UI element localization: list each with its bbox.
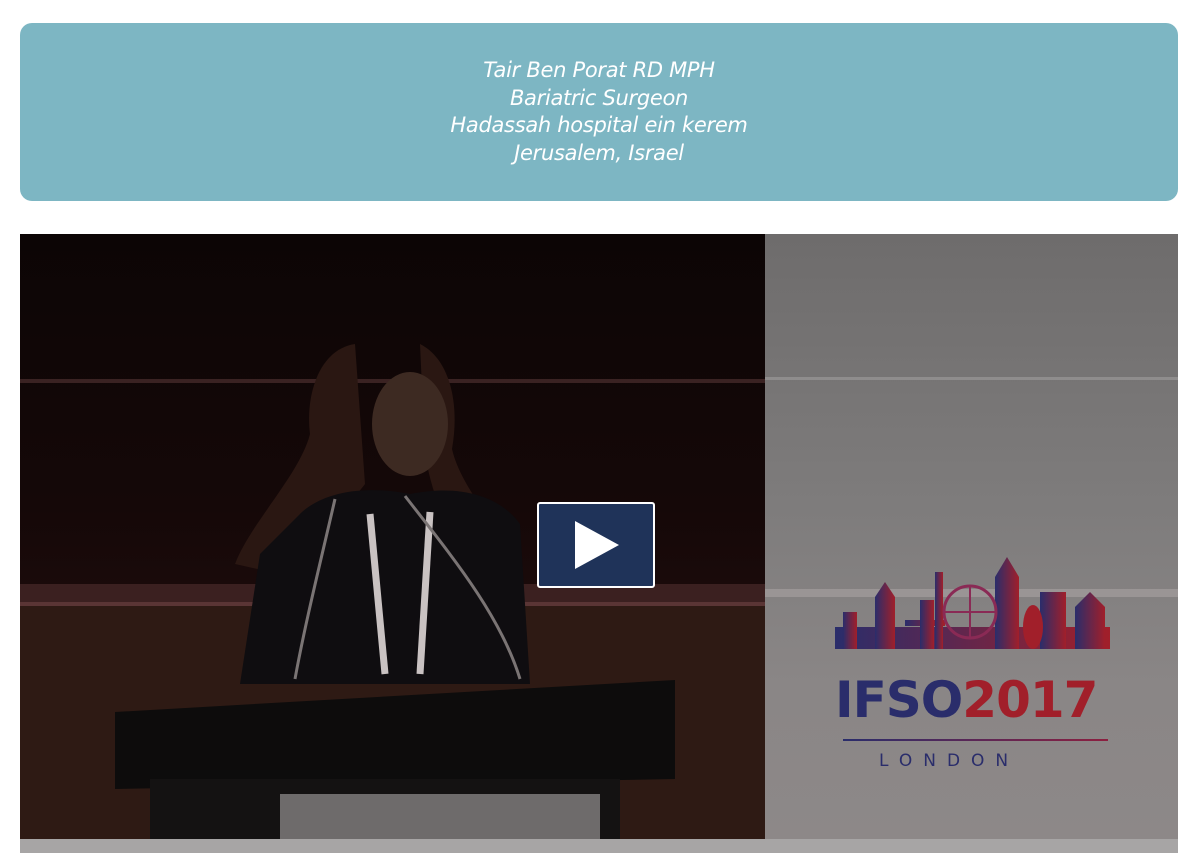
ifso-wordmark-text: IFSO	[835, 671, 963, 729]
speaker-location: Jerusalem, Israel	[514, 140, 684, 165]
speaker-info-card: Tair Ben Porat RD MPH Bariatric Surgeon …	[20, 23, 1178, 201]
ifso-year-text: 2017	[962, 671, 1098, 729]
london-skyline-icon	[835, 557, 1110, 649]
speaker-hospital: Hadassah hospital ein kerem	[450, 113, 748, 137]
video-player[interactable]: IFSO2017 LONDON	[20, 234, 1178, 853]
speaker-role: Bariatric Surgeon	[509, 85, 689, 110]
logo-divider	[843, 739, 1108, 741]
play-icon	[575, 521, 619, 569]
ifso-logo: IFSO2017 LONDON	[835, 552, 1115, 782]
ifso-city-text: LONDON	[879, 751, 1020, 771]
ifso-wordmark: IFSO2017	[835, 670, 1115, 730]
play-button[interactable]	[537, 502, 655, 588]
speaker-name: Tair Ben Porat RD MPH	[483, 58, 715, 82]
video-bottom-bar	[20, 839, 1178, 853]
